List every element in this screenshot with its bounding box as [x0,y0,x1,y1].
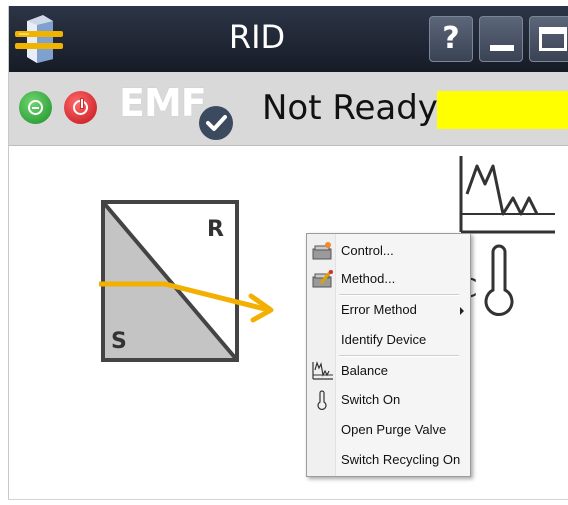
module-control-icon [312,242,332,260]
submenu-arrow-icon [460,307,464,315]
menu-item-label: Identify Device [341,332,427,347]
menu-item-label: Balance [341,363,388,378]
minimize-button[interactable] [479,16,523,62]
status-bar: EMF Not Ready [9,72,568,146]
green-circle-minus-icon [28,100,43,115]
sample-label: S [111,329,127,354]
menu-item-label: Error Method [341,302,417,317]
rid-module-window: RID ? EMF Not Ready R S Control... Metho… [8,6,568,500]
menu-item-open-purge-valve[interactable]: Open Purge Valve [307,417,470,443]
menu-item-control[interactable]: Control... [307,238,470,264]
emf-label[interactable]: EMF [119,81,207,125]
context-menu: Control... Method... Error Method Identi… [306,233,471,477]
reference-label: R [207,217,224,242]
balance-signal-icon [312,361,333,380]
maximize-button[interactable] [529,16,568,62]
menu-item-error-method[interactable]: Error Method [307,297,470,323]
module-dashboard: R S C Contro [9,146,568,499]
help-icon: ? [442,21,460,56]
thermometer-icon [317,390,327,410]
menu-item-label: Switch Recycling On [341,452,461,467]
balance-signal-icon [459,156,555,234]
module-status-text: Not Ready [262,88,438,128]
minimize-icon [490,45,514,51]
menu-separator [339,294,459,296]
status-color-indicator [437,91,568,129]
menu-item-label: Open Purge Valve [341,422,447,437]
menu-item-switch-on[interactable]: Switch On [307,387,470,413]
menu-separator [339,355,459,357]
menu-item-method[interactable]: Method... [307,266,470,292]
checkmark-badge-icon [199,106,233,140]
title-bar: RID ? [9,6,568,72]
maximize-icon [539,27,567,51]
menu-item-label: Control... [341,243,394,258]
module-method-icon [312,270,333,288]
red-power-icon [73,98,88,115]
module-off-button[interactable] [64,91,97,124]
module-on-button[interactable] [19,91,52,124]
menu-item-identify-device[interactable]: Identify Device [307,327,470,353]
menu-item-switch-recycling-on[interactable]: Switch Recycling On [307,447,470,473]
menu-item-label: Method... [341,271,396,286]
rid-cell-diagram: R S [99,200,274,362]
menu-item-label: Switch On [341,392,401,407]
menu-item-balance[interactable]: Balance [307,358,470,384]
help-button[interactable]: ? [429,16,473,62]
thermometer-icon [484,244,514,317]
